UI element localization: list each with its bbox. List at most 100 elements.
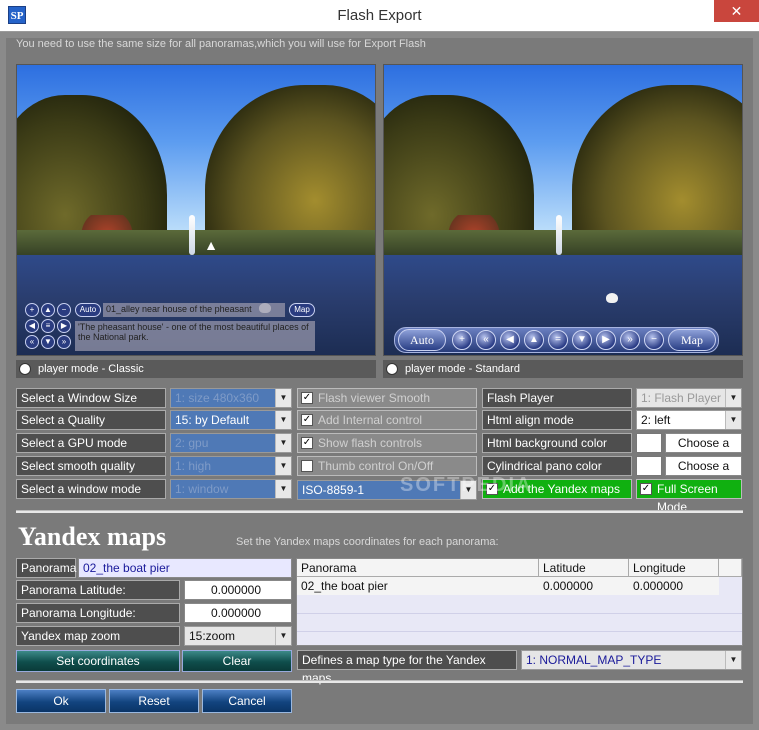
up-icon[interactable]: ▲: [524, 330, 544, 350]
panorama-table[interactable]: Panorama Latitude Longitude 02_the boat …: [296, 558, 743, 646]
window-title: Flash Export: [337, 7, 422, 24]
ctrl-rewind-icon[interactable]: «: [25, 335, 39, 349]
radio-player-classic[interactable]: player mode - Classic: [16, 360, 376, 378]
ctrl-forward-icon[interactable]: »: [57, 335, 71, 349]
hotspot-arrow-icon[interactable]: ▲: [203, 237, 219, 253]
forward-icon[interactable]: »: [620, 330, 640, 350]
quality-select[interactable]: 15: by Default ▼: [170, 410, 292, 430]
ctrl-left-icon[interactable]: ◀: [25, 319, 39, 333]
map-type-value: 1: NORMAL_MAP_TYPE: [526, 653, 662, 667]
set-coordinates-button[interactable]: Set coordinates: [16, 650, 180, 672]
gpu-value: 2: gpu: [175, 436, 209, 450]
left-icon[interactable]: ◀: [500, 330, 520, 350]
checkbox-icon: [301, 460, 313, 472]
standard-auto-button[interactable]: Auto: [398, 329, 446, 351]
show-flash-label: Show flash controls: [318, 436, 423, 450]
classic-map-button[interactable]: Map: [289, 303, 315, 317]
html-bg-choose-button[interactable]: Choose a color: [665, 433, 742, 468]
smooth-quality-label: Select smooth quality: [16, 456, 166, 476]
cancel-button[interactable]: Cancel: [202, 689, 292, 713]
zoom-out-icon[interactable]: −: [644, 330, 664, 350]
flash-player-value: 1: Flash Player: [641, 391, 722, 405]
classic-panorama-description: 'The pheasant house' - one of the most b…: [75, 321, 315, 351]
ok-button[interactable]: Ok: [16, 689, 106, 713]
window-size-label: Select a Window Size: [16, 388, 166, 408]
radio-classic-label: player mode - Classic: [38, 363, 144, 375]
latitude-input[interactable]: 0.000000: [184, 580, 292, 600]
flash-smooth-checkbox[interactable]: ✓ Flash viewer Smooth: [297, 388, 477, 408]
panorama-input[interactable]: 02_the boat pier: [78, 558, 292, 578]
reset-button[interactable]: Reset: [109, 689, 199, 713]
right-icon[interactable]: ▶: [596, 330, 616, 350]
panorama-label: Panorama: [16, 558, 76, 578]
rewind-icon[interactable]: «: [476, 330, 496, 350]
encoding-value: ISO-8859-1: [302, 483, 365, 497]
swan-image: [606, 293, 618, 303]
window-mode-value: 1: window: [175, 482, 229, 496]
chevron-down-icon: ▼: [275, 457, 291, 475]
zoom-in-icon[interactable]: +: [452, 330, 472, 350]
preview-standard[interactable]: Auto + « ◀ ▲ = ▼ ▶ » − Map: [383, 64, 743, 356]
cyl-color-choose-button[interactable]: Choose a color: [665, 456, 742, 491]
zoom-select[interactable]: 15:zoom ▼: [184, 626, 292, 646]
ctrl-zoomout-icon[interactable]: −: [57, 303, 71, 317]
smooth-quality-select[interactable]: 1: high ▼: [170, 456, 292, 476]
add-yandex-checkbox[interactable]: ✓ Add the Yandex maps: [482, 479, 632, 499]
clear-button[interactable]: Clear: [182, 650, 292, 672]
zoom-label: Yandex map zoom: [16, 626, 180, 646]
center-icon[interactable]: =: [548, 330, 568, 350]
preview-classic[interactable]: ▲ + ▲ − Auto 01_alley near house of the …: [16, 64, 376, 356]
checkbox-icon: ✓: [301, 414, 313, 426]
cyl-color-label: Cylindrical pano color: [482, 456, 632, 476]
html-align-select[interactable]: 2: left ▼: [636, 410, 742, 430]
full-screen-checkbox[interactable]: ✓ Full Screen Mode: [636, 479, 742, 514]
window-mode-select[interactable]: 1: window ▼: [170, 479, 292, 499]
table-grid-line: [297, 613, 742, 614]
close-button[interactable]: ✕: [714, 0, 759, 22]
table-header-panorama[interactable]: Panorama: [297, 559, 539, 577]
checkbox-icon: ✓: [486, 483, 498, 495]
ctrl-down-icon[interactable]: ▼: [41, 335, 55, 349]
table-header-longitude[interactable]: Longitude: [629, 559, 719, 577]
flash-player-label: Flash Player: [482, 388, 632, 408]
radio-player-standard[interactable]: player mode - Standard: [383, 360, 743, 378]
longitude-input[interactable]: 0.000000: [184, 603, 292, 623]
quality-value: 15: by Default: [175, 413, 250, 427]
table-row-longitude[interactable]: 0.000000: [629, 577, 719, 595]
ctrl-center-icon[interactable]: ≡: [41, 319, 55, 333]
html-bg-label: Html background color: [482, 433, 632, 453]
window-size-select[interactable]: 1: size 480x360 ▼: [170, 388, 292, 408]
checkbox-icon: ✓: [301, 437, 313, 449]
down-icon[interactable]: ▼: [572, 330, 592, 350]
flash-player-select[interactable]: 1: Flash Player ▼: [636, 388, 742, 408]
footer-divider: [16, 680, 743, 683]
add-internal-checkbox[interactable]: ✓ Add Internal control: [297, 410, 477, 430]
fountain-image: [189, 215, 195, 255]
classic-auto-button[interactable]: Auto: [75, 303, 101, 317]
chevron-down-icon: ▼: [725, 389, 741, 407]
ctrl-up-icon[interactable]: +: [25, 303, 39, 317]
thumb-control-checkbox[interactable]: Thumb control On/Off: [297, 456, 477, 476]
gpu-select[interactable]: 2: gpu ▼: [170, 433, 292, 453]
map-type-select[interactable]: 1: NORMAL_MAP_TYPE ▼: [521, 650, 742, 670]
fountain-image: [556, 215, 562, 255]
html-align-label: Html align mode: [482, 410, 632, 430]
table-header-latitude[interactable]: Latitude: [539, 559, 629, 577]
app-icon: SP: [8, 6, 26, 24]
table-row-latitude[interactable]: 0.000000: [539, 577, 629, 595]
show-flash-checkbox[interactable]: ✓ Show flash controls: [297, 433, 477, 453]
chevron-down-icon: ▼: [725, 651, 741, 669]
ctrl-zoomin-icon[interactable]: ▲: [41, 303, 55, 317]
encoding-select[interactable]: ISO-8859-1 ▼: [297, 480, 477, 500]
ctrl-right-icon[interactable]: ▶: [57, 319, 71, 333]
classic-panorama-title: 01_alley near house of the pheasant: [103, 303, 285, 317]
window-size-value: 1: size 480x360: [175, 391, 260, 405]
zoom-value: 15:zoom: [189, 629, 236, 643]
gpu-label: Select a GPU mode: [16, 433, 166, 453]
table-row-panorama[interactable]: 02_the boat pier: [297, 577, 539, 595]
size-note: You need to use the same size for all pa…: [16, 38, 426, 50]
chevron-down-icon: ▼: [275, 480, 291, 498]
section-divider: [16, 510, 743, 513]
standard-map-button[interactable]: Map: [668, 329, 716, 351]
chevron-down-icon: ▼: [275, 434, 291, 452]
